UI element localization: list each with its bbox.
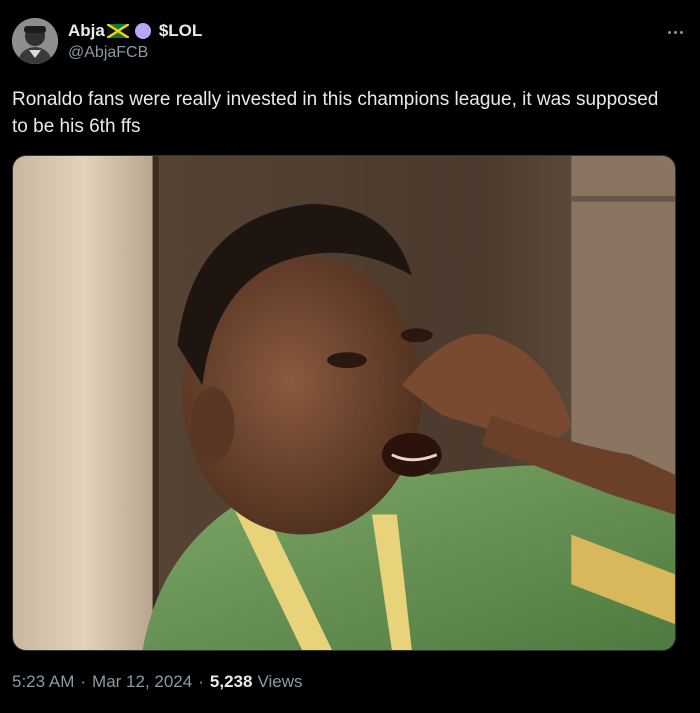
tweet-date[interactable]: Mar 12, 2024 [92, 672, 192, 692]
tweet-header: Abja $LOL @AbjaFCB [12, 16, 688, 68]
tweet-text: Ronaldo fans were really invested in thi… [12, 89, 659, 137]
purple-circle-icon [134, 23, 151, 39]
separator: · [80, 672, 87, 691]
tweet-time[interactable]: 5:23 AM [12, 672, 74, 692]
views-label: Views [257, 672, 303, 691]
author-handle[interactable]: @AbjaFCB [68, 44, 202, 62]
more-options-icon[interactable] [662, 24, 688, 40]
views-count[interactable]: 5,238 [210, 672, 253, 692]
author-display-name[interactable]: Abja [68, 21, 105, 41]
avatar[interactable] [12, 18, 58, 64]
jamaica-flag-icon [106, 22, 130, 40]
tweet-metadata: 5:23 AM · Mar 12, 2024 · 5,238 Views [12, 672, 303, 692]
tweet-media-image[interactable] [12, 155, 676, 651]
separator: · [198, 672, 204, 691]
author-name-suffix: $LOL [158, 21, 203, 40]
